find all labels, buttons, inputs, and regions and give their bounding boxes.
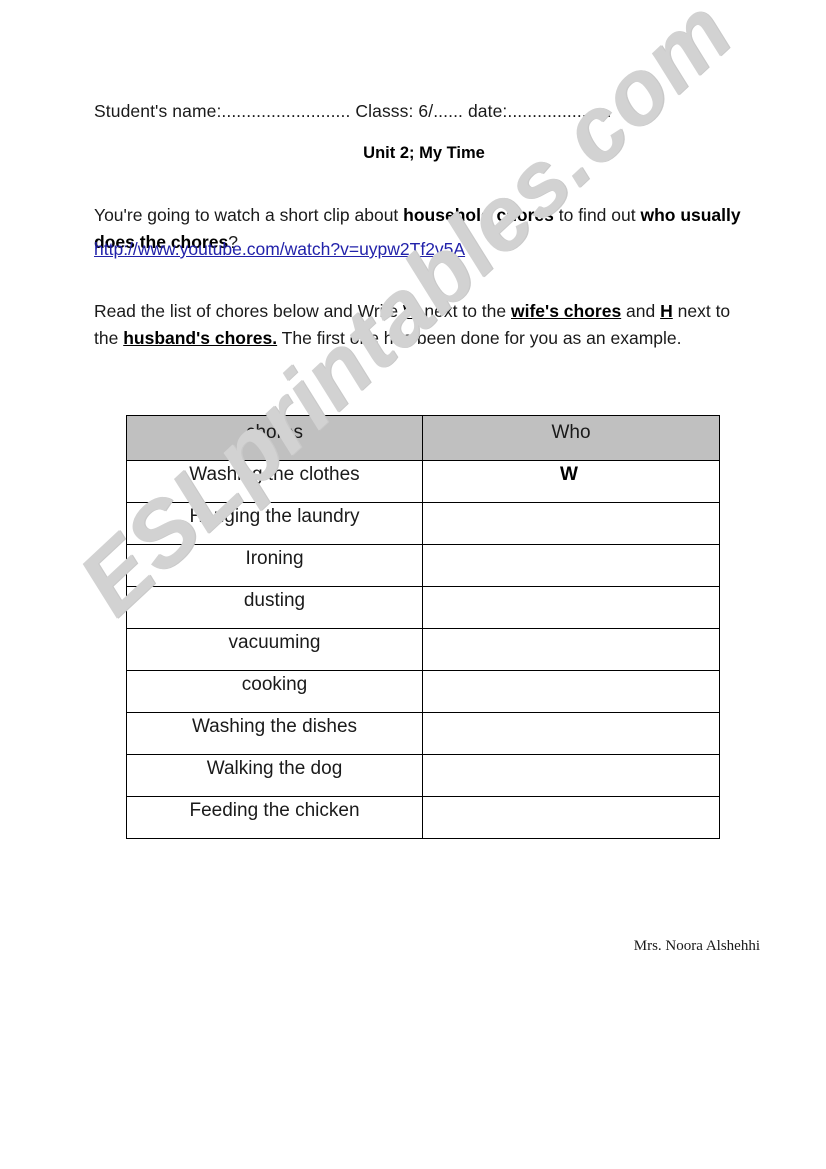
chores-table-head: chores Who (126, 415, 720, 461)
chore-label: dusting (243, 590, 306, 611)
worksheet-page: Student's name:.........................… (0, 0, 826, 1169)
task-marker-w: W (403, 300, 420, 321)
table-row: Washing the dishes (126, 712, 720, 755)
table-row: Washing the clothes W (126, 460, 720, 503)
table-row: Walking the dog (126, 754, 720, 797)
who-answer-value (423, 629, 719, 632)
who-answer-cell[interactable] (422, 586, 720, 629)
task-text-1: Read the list of chores below and Write (94, 300, 404, 321)
who-answer-cell[interactable] (422, 670, 720, 713)
chore-label: Ironing (245, 548, 304, 569)
table-row: Hanging the laundry (126, 502, 720, 545)
chore-cell: cooking (126, 670, 423, 713)
who-answer-value (423, 797, 719, 800)
task-label-husbands-chores: husband's chores. (123, 327, 278, 348)
who-answer-value (423, 503, 719, 506)
who-answer-value: W (560, 464, 578, 485)
chore-cell: Hanging the laundry (126, 502, 423, 545)
worksheet-content: Student's name:.........................… (0, 0, 826, 1169)
intro-text-2: to find out (553, 204, 641, 225)
who-answer-value (423, 713, 719, 716)
table-row: dusting (126, 586, 720, 629)
task-marker-h: H (660, 300, 673, 321)
chore-cell: Washing the dishes (126, 712, 423, 755)
column-header-chores: chores (126, 415, 423, 461)
chore-label: Washing the dishes (191, 716, 358, 737)
column-header-chores-label: chores (245, 422, 304, 443)
column-header-who: Who (422, 415, 720, 461)
table-row: vacuuming (126, 628, 720, 671)
chore-cell: Feeding the chicken (126, 796, 423, 839)
who-answer-cell[interactable] (422, 502, 720, 545)
task-label-wifes-chores: wife's chores (511, 300, 622, 321)
chores-table-body: Washing the clothes W Hanging the laundr… (126, 460, 720, 839)
chore-cell: vacuuming (126, 628, 423, 671)
chore-cell: dusting (126, 586, 423, 629)
who-answer-cell[interactable] (422, 754, 720, 797)
table-header-row: chores Who (126, 415, 720, 461)
chore-label: Washing the clothes (189, 464, 360, 485)
student-info-line: Student's name:.........................… (94, 101, 612, 121)
who-answer-value (423, 545, 719, 548)
chore-cell: Walking the dog (126, 754, 423, 797)
chore-label: Hanging the laundry (189, 506, 360, 527)
task-text-2: next to the (419, 300, 511, 321)
who-answer-cell[interactable]: W (422, 460, 720, 503)
column-header-who-label: Who (551, 422, 591, 443)
table-row: Feeding the chicken (126, 796, 720, 839)
chore-cell: Washing the clothes (126, 460, 423, 503)
task-text-5: The first one has been done for you as a… (277, 327, 682, 348)
who-answer-cell[interactable] (422, 796, 720, 839)
chore-label: Feeding the chicken (189, 800, 360, 821)
chores-table: chores Who Washing the clothes W Hanging… (126, 415, 720, 839)
who-answer-value (423, 755, 719, 758)
table-row: cooking (126, 670, 720, 713)
chore-cell: Ironing (126, 544, 423, 587)
who-answer-cell[interactable] (422, 628, 720, 671)
intro-bold-household-chores: household chores (403, 204, 554, 225)
chore-label: vacuuming (228, 632, 321, 653)
who-answer-cell[interactable] (422, 544, 720, 587)
table-row: Ironing (126, 544, 720, 587)
who-answer-value (423, 671, 719, 674)
task-text-3: and (621, 300, 661, 321)
intro-text-1: You're going to watch a short clip about (94, 204, 404, 225)
task-paragraph: Read the list of chores below and Write … (94, 298, 754, 352)
who-answer-value (423, 587, 719, 590)
who-answer-cell[interactable] (422, 712, 720, 755)
author-signature: Mrs. Noora Alshehhi (633, 938, 760, 954)
unit-title: Unit 2; My Time (363, 144, 485, 162)
chore-label: Walking the dog (206, 758, 343, 779)
chore-label: cooking (241, 674, 308, 695)
youtube-video-link[interactable]: http://www.youtube.com/watch?v=uypw2Tf2v… (94, 239, 465, 260)
